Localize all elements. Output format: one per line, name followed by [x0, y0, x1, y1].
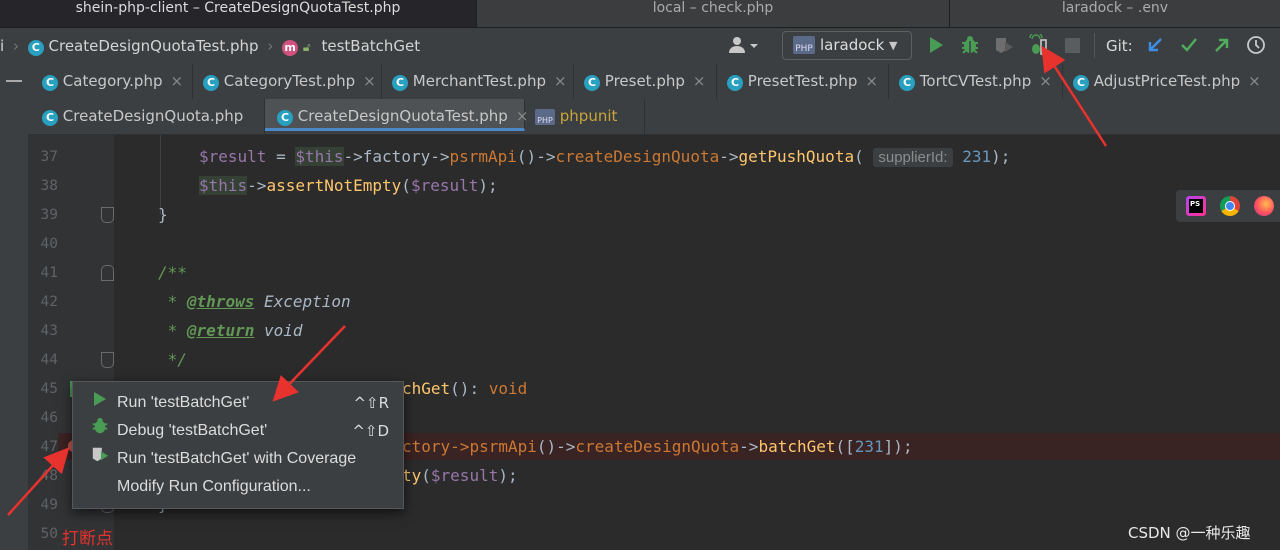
annotation-label: 打断点 [62, 529, 113, 549]
annotation-arrow [1041, 45, 1108, 147]
annotation-arrow [272, 325, 346, 402]
annotation-arrows [7, 45, 1108, 516]
annotation-arrow [7, 447, 70, 516]
watermark: CSDN @一种乐趣 [1128, 524, 1251, 542]
